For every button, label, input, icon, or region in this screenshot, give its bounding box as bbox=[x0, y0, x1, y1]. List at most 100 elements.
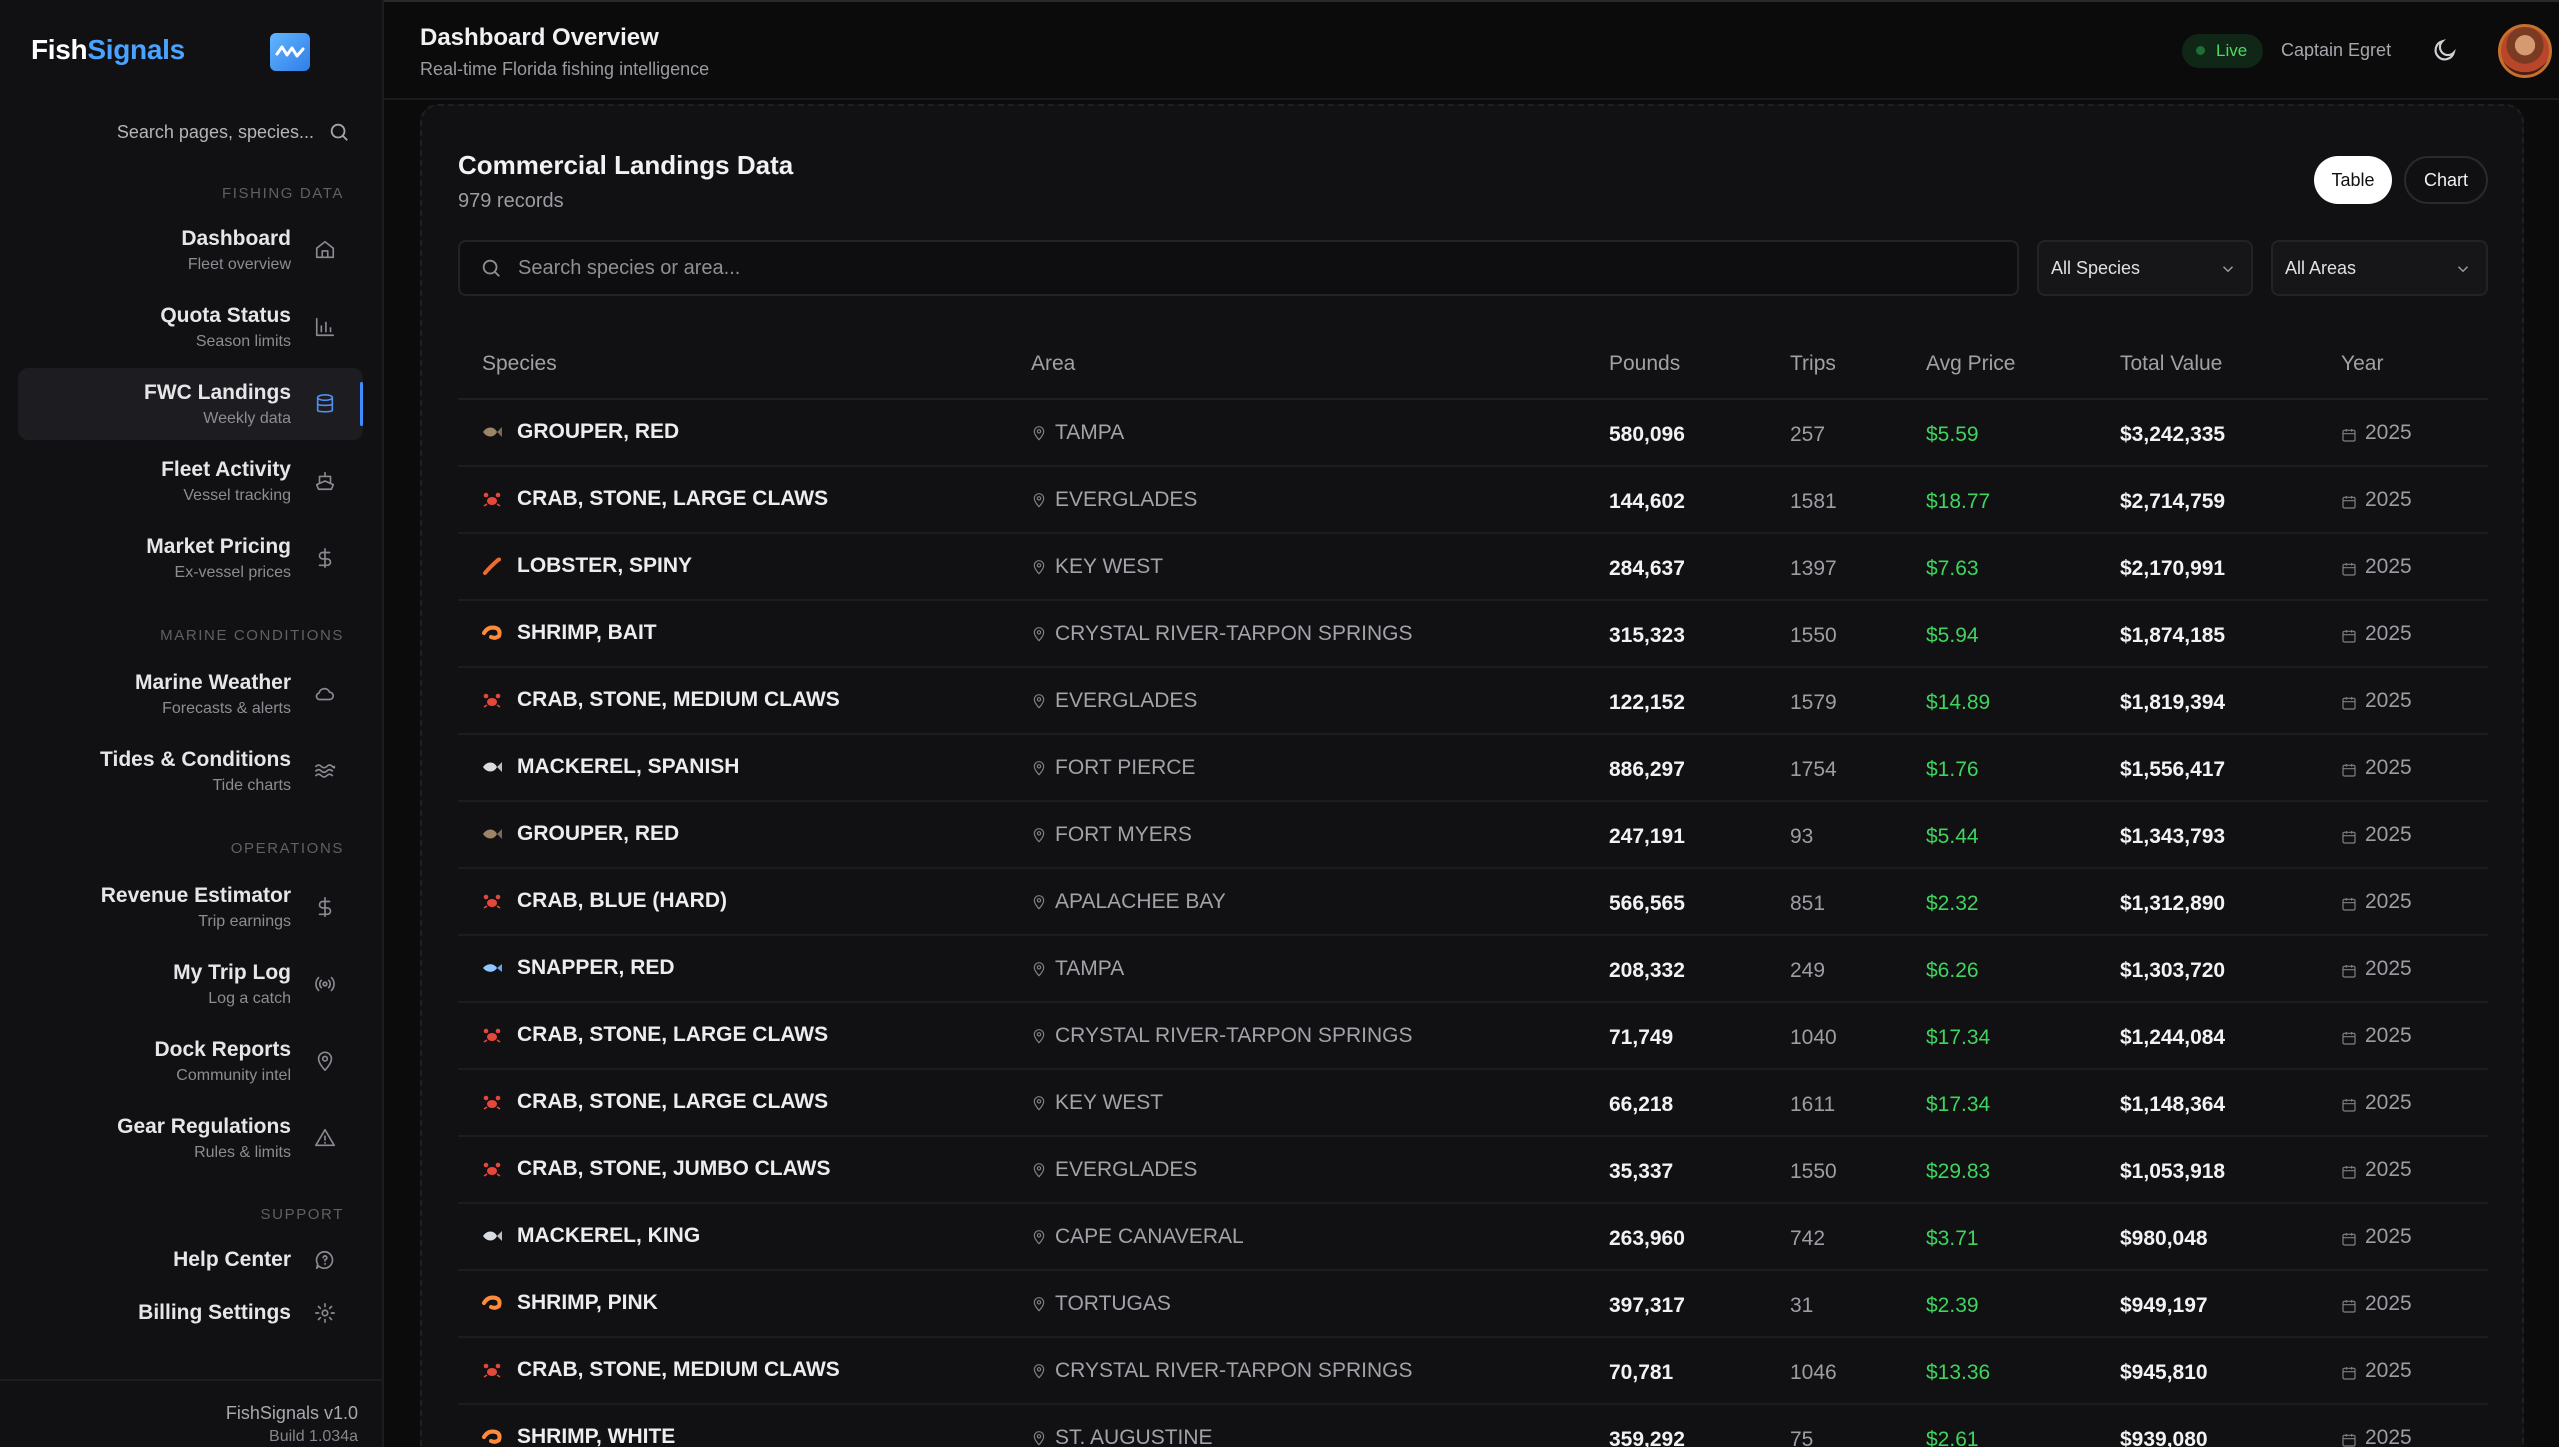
year-cell: 2025 bbox=[2341, 957, 2412, 981]
chart-view-button[interactable]: Chart bbox=[2404, 156, 2488, 204]
table-row[interactable]: SHRIMP, WHITE ST. AUGUSTINE 359,292 75 $2.61… bbox=[458, 1405, 2488, 1447]
species-cell: GROUPER, RED bbox=[482, 420, 679, 444]
nav-title: Help Center bbox=[173, 1248, 291, 1271]
trips-cell: 1579 bbox=[1790, 691, 1837, 714]
trips-cell: 257 bbox=[1790, 423, 1826, 446]
species-name: GROUPER, RED bbox=[517, 420, 680, 443]
table-row[interactable]: SHRIMP, PINK TORTUGAS 397,317 31 $2.39 $949,1… bbox=[458, 1271, 2488, 1338]
table-row[interactable]: LOBSTER, SPINY KEY WEST 284,637 1397 $7.63 $2… bbox=[458, 534, 2488, 601]
landings-search[interactable] bbox=[458, 240, 2019, 296]
radio-icon bbox=[313, 972, 337, 996]
table-view-button[interactable]: Table bbox=[2314, 156, 2392, 204]
area-name: CRYSTAL RIVER-TARPON SPRINGS bbox=[1055, 1359, 1413, 1382]
sidebar-item-dashboard[interactable]: Dashboard Fleet overview bbox=[18, 214, 363, 286]
avg-price-cell: $14.89 bbox=[1926, 691, 1991, 714]
sidebar-item-billing-settings[interactable]: Billing Settings bbox=[18, 1289, 363, 1337]
column-header-area[interactable]: Area bbox=[1031, 352, 1075, 376]
avatar[interactable] bbox=[2498, 24, 2552, 78]
table-row[interactable]: SNAPPER, RED TAMPA 208,332 249 $6.26 $1,303,7… bbox=[458, 936, 2488, 1003]
sidebar-item-help-center[interactable]: Help Center bbox=[18, 1236, 363, 1284]
table-row[interactable]: GROUPER, RED FORT MYERS 247,191 93 $5.44 $1,3… bbox=[458, 802, 2488, 869]
area-name: FORT PIERCE bbox=[1055, 756, 1196, 779]
sidebar-item-revenue-estimator[interactable]: Revenue Estimator Trip earnings bbox=[18, 871, 363, 943]
table-row[interactable]: CRAB, STONE, MEDIUM CLAWS EVERGLADES 122,1… bbox=[458, 668, 2488, 735]
sidebar-item-tides-conditions[interactable]: Tides & Conditions Tide charts bbox=[18, 735, 363, 807]
year-value: 2025 bbox=[2365, 1426, 2412, 1447]
table-row[interactable]: SHRIMP, BAIT CRYSTAL RIVER-TARPON SPRINGS… bbox=[458, 601, 2488, 668]
column-header-total-value[interactable]: Total Value bbox=[2120, 352, 2222, 376]
trips-cell: 851 bbox=[1790, 892, 1826, 915]
table-row[interactable]: MACKEREL, KING CAPE CANAVERAL 263,960 742 $3… bbox=[458, 1204, 2488, 1271]
brand-logo-text[interactable]: FishSignals bbox=[31, 34, 185, 66]
table-row[interactable]: GROUPER, RED TAMPA 580,096 257 $5.59 $3,242,3… bbox=[458, 400, 2488, 467]
sidebar-item-dock-reports[interactable]: Dock Reports Community intel bbox=[18, 1025, 363, 1097]
area-name: TORTUGAS bbox=[1055, 1292, 1171, 1315]
total-value-cell: $1,312,890 bbox=[2120, 892, 2226, 915]
trips-cell: 93 bbox=[1790, 825, 1814, 848]
fish-white-icon bbox=[482, 757, 502, 777]
species-cell: LOBSTER, SPINY bbox=[482, 554, 692, 578]
table-body: GROUPER, RED TAMPA 580,096 257 $5.59 $3,242,3… bbox=[458, 400, 2488, 1447]
species-name: CRAB, STONE, LARGE CLAWS bbox=[517, 487, 829, 510]
table-row[interactable]: MACKEREL, SPANISH FORT PIERCE 886,297 1754 $… bbox=[458, 735, 2488, 802]
landings-search-input[interactable] bbox=[518, 256, 1918, 280]
map-pin-icon bbox=[1031, 893, 1049, 911]
total-value-cell: $1,244,084 bbox=[2120, 1026, 2226, 1049]
pounds-cell: 580,096 bbox=[1609, 423, 1685, 446]
trips-cell: 1550 bbox=[1790, 624, 1837, 647]
total-value-cell: $1,148,364 bbox=[2120, 1093, 2226, 1116]
sidebar-item-marine-weather[interactable]: Marine Weather Forecasts & alerts bbox=[18, 658, 363, 730]
species-cell: CRAB, STONE, JUMBO CLAWS bbox=[482, 1157, 830, 1181]
sidebar-item-my-trip-log[interactable]: My Trip Log Log a catch bbox=[18, 948, 363, 1020]
sidebar-item-fleet-activity[interactable]: Fleet Activity Vessel tracking bbox=[18, 445, 363, 517]
map-pin-icon bbox=[1031, 1094, 1049, 1112]
table-row[interactable]: CRAB, BLUE (HARD) APALACHEE BAY 566,565 851… bbox=[458, 869, 2488, 936]
species-name: GROUPER, RED bbox=[517, 822, 680, 845]
sidebar-item-gear-regulations[interactable]: Gear Regulations Rules & limits bbox=[18, 1102, 363, 1174]
species-filter-select[interactable]: All Species bbox=[2037, 240, 2253, 296]
table-header: Species Area Pounds Trips Avg Price Tota… bbox=[458, 328, 2488, 400]
total-value-cell: $1,556,417 bbox=[2120, 758, 2226, 781]
table-row[interactable]: CRAB, STONE, LARGE CLAWS KEY WEST 66,218 16… bbox=[458, 1070, 2488, 1137]
user-name[interactable]: Captain Egret bbox=[2281, 40, 2391, 61]
map-pin-icon bbox=[1031, 1429, 1049, 1447]
table-row[interactable]: CRAB, STONE, JUMBO CLAWS EVERGLADES 35,337… bbox=[458, 1137, 2488, 1204]
species-cell: CRAB, STONE, MEDIUM CLAWS bbox=[482, 688, 840, 712]
species-name: CRAB, STONE, MEDIUM CLAWS bbox=[517, 1358, 840, 1381]
area-name: KEY WEST bbox=[1055, 555, 1164, 578]
calendar-icon bbox=[2341, 425, 2357, 442]
area-filter-select[interactable]: All Areas bbox=[2271, 240, 2488, 296]
column-header-avg-price[interactable]: Avg Price bbox=[1926, 352, 2016, 376]
avg-price-cell: $17.34 bbox=[1926, 1026, 1991, 1049]
year-cell: 2025 bbox=[2341, 689, 2412, 713]
sidebar-search[interactable] bbox=[20, 112, 350, 152]
ship-icon bbox=[313, 469, 337, 493]
column-header-year[interactable]: Year bbox=[2341, 352, 2383, 376]
column-header-trips[interactable]: Trips bbox=[1790, 352, 1836, 376]
table-row[interactable]: CRAB, STONE, LARGE CLAWS CRYSTAL RIVER-TA… bbox=[458, 1003, 2488, 1070]
year-value: 2025 bbox=[2365, 890, 2412, 913]
sidebar-item-fwc-landings[interactable]: FWC Landings Weekly data bbox=[18, 368, 363, 440]
species-name: SHRIMP, PINK bbox=[517, 1291, 658, 1314]
year-value: 2025 bbox=[2365, 756, 2412, 779]
avg-price-cell: $5.59 bbox=[1926, 423, 1979, 446]
table-row[interactable]: CRAB, STONE, LARGE CLAWS EVERGLADES 144,60… bbox=[458, 467, 2488, 534]
year-value: 2025 bbox=[2365, 823, 2412, 846]
crab-icon bbox=[482, 489, 502, 509]
trips-cell: 1581 bbox=[1790, 490, 1837, 513]
pounds-cell: 122,152 bbox=[1609, 691, 1685, 714]
species-cell: CRAB, STONE, MEDIUM CLAWS bbox=[482, 1358, 840, 1382]
area-cell: CRYSTAL RIVER-TARPON SPRINGS bbox=[1031, 622, 1412, 646]
sidebar-item-quota-status[interactable]: Quota Status Season limits bbox=[18, 291, 363, 363]
column-header-species[interactable]: Species bbox=[482, 352, 557, 376]
total-value-cell: $945,810 bbox=[2120, 1361, 2208, 1384]
signal-wave-icon[interactable] bbox=[270, 33, 310, 71]
year-cell: 2025 bbox=[2341, 488, 2412, 512]
table-row[interactable]: CRAB, STONE, MEDIUM CLAWS CRYSTAL RIVER-T… bbox=[458, 1338, 2488, 1405]
year-value: 2025 bbox=[2365, 689, 2412, 712]
sidebar-item-market-pricing[interactable]: Market Pricing Ex-vessel prices bbox=[18, 522, 363, 594]
moon-icon[interactable] bbox=[2432, 37, 2462, 67]
sidebar-search-input[interactable] bbox=[44, 121, 314, 143]
column-header-pounds[interactable]: Pounds bbox=[1609, 352, 1680, 376]
area-cell: TAMPA bbox=[1031, 957, 1124, 981]
